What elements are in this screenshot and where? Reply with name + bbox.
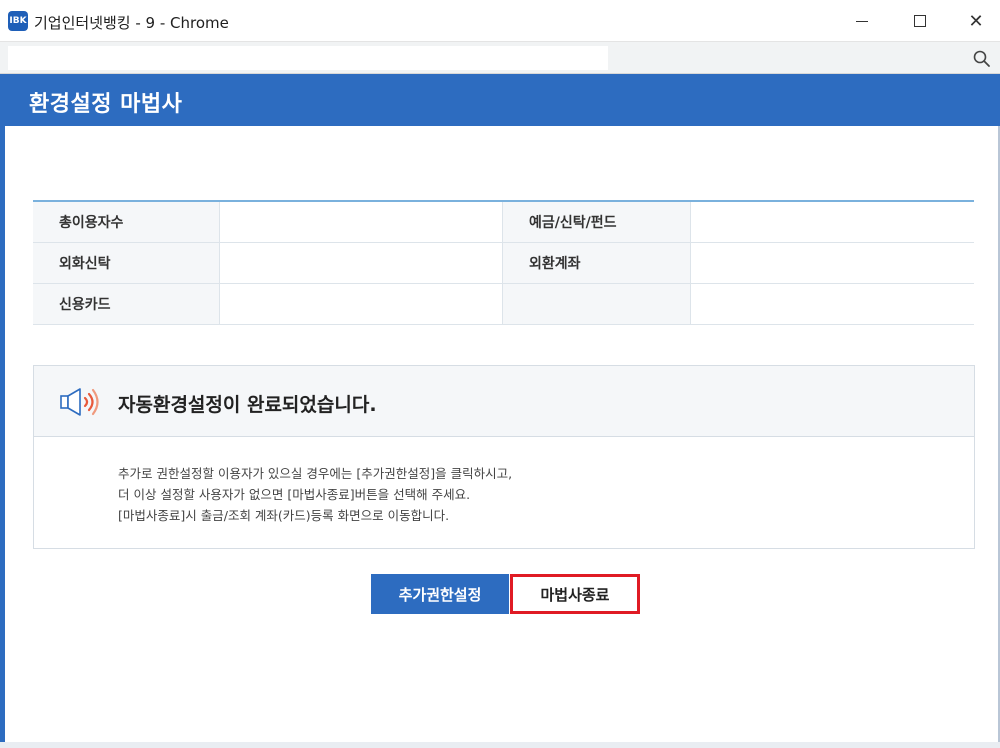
table-row: 외화신탁 외환계좌 <box>33 243 974 284</box>
table-value <box>691 243 974 283</box>
ibk-logo-icon: IBK <box>8 11 28 31</box>
table-row: 신용카드 <box>33 284 974 325</box>
user-summary-table: 총이용자수 예금/신탁/펀드 외화신탁 외환계좌 신용카드 <box>33 200 974 325</box>
table-value <box>691 202 974 242</box>
message-line: 더 이상 설정할 사용자가 없으면 [마법사종료]버튼을 선택해 주세요. <box>118 487 471 502</box>
table-label: 총이용자수 <box>33 202 220 242</box>
dialog-title: 환경설정 마법사 <box>29 92 183 117</box>
window-titlebar: IBK 기업인터넷뱅킹 - 9 - Chrome ✕ <box>0 0 1000 42</box>
close-button[interactable]: ✕ <box>948 0 1000 42</box>
message-title: 자동환경설정이 완료되었습니다. <box>118 394 377 416</box>
speaker-icon <box>60 388 99 416</box>
completion-message-box: 자동환경설정이 완료되었습니다. 추가로 권한설정할 이용자가 있으실 경우에는… <box>33 365 975 549</box>
window-title: 기업인터넷뱅킹 - 9 - Chrome <box>34 14 229 32</box>
table-label: 예금/신탁/펀드 <box>503 202 691 242</box>
table-value <box>220 284 503 324</box>
zoom-icon[interactable] <box>972 49 992 69</box>
minimize-button[interactable] <box>834 0 890 42</box>
table-label: 외환계좌 <box>503 243 691 283</box>
table-label: 신용카드 <box>33 284 220 324</box>
table-value <box>691 284 974 324</box>
finish-wizard-button[interactable]: 마법사종료 <box>510 574 640 614</box>
table-label <box>503 284 691 324</box>
table-label: 외화신탁 <box>33 243 220 283</box>
background-strip <box>0 742 1000 748</box>
address-bar <box>0 42 1000 74</box>
table-value <box>220 202 503 242</box>
message-body: 추가로 권한설정할 이용자가 있으실 경우에는 [추가권한설정]을 클릭하시고,… <box>34 437 974 526</box>
table-row: 총이용자수 예금/신탁/펀드 <box>33 202 974 243</box>
add-permission-button[interactable]: 추가권한설정 <box>371 574 509 614</box>
close-icon: ✕ <box>968 10 984 32</box>
table-value <box>220 243 503 283</box>
message-header: 자동환경설정이 완료되었습니다. <box>34 366 974 437</box>
message-line: [마법사종료]시 출금/조회 계좌(카드)등록 화면으로 이동합니다. <box>118 508 450 523</box>
maximize-icon <box>914 15 926 27</box>
message-line: 추가로 권한설정할 이용자가 있으실 경우에는 [추가권한설정]을 클릭하시고, <box>118 466 513 481</box>
url-field[interactable] <box>8 46 608 70</box>
minimize-icon <box>856 20 868 22</box>
dialog-header: 환경설정 마법사 <box>5 74 1000 126</box>
maximize-button[interactable] <box>892 0 948 42</box>
